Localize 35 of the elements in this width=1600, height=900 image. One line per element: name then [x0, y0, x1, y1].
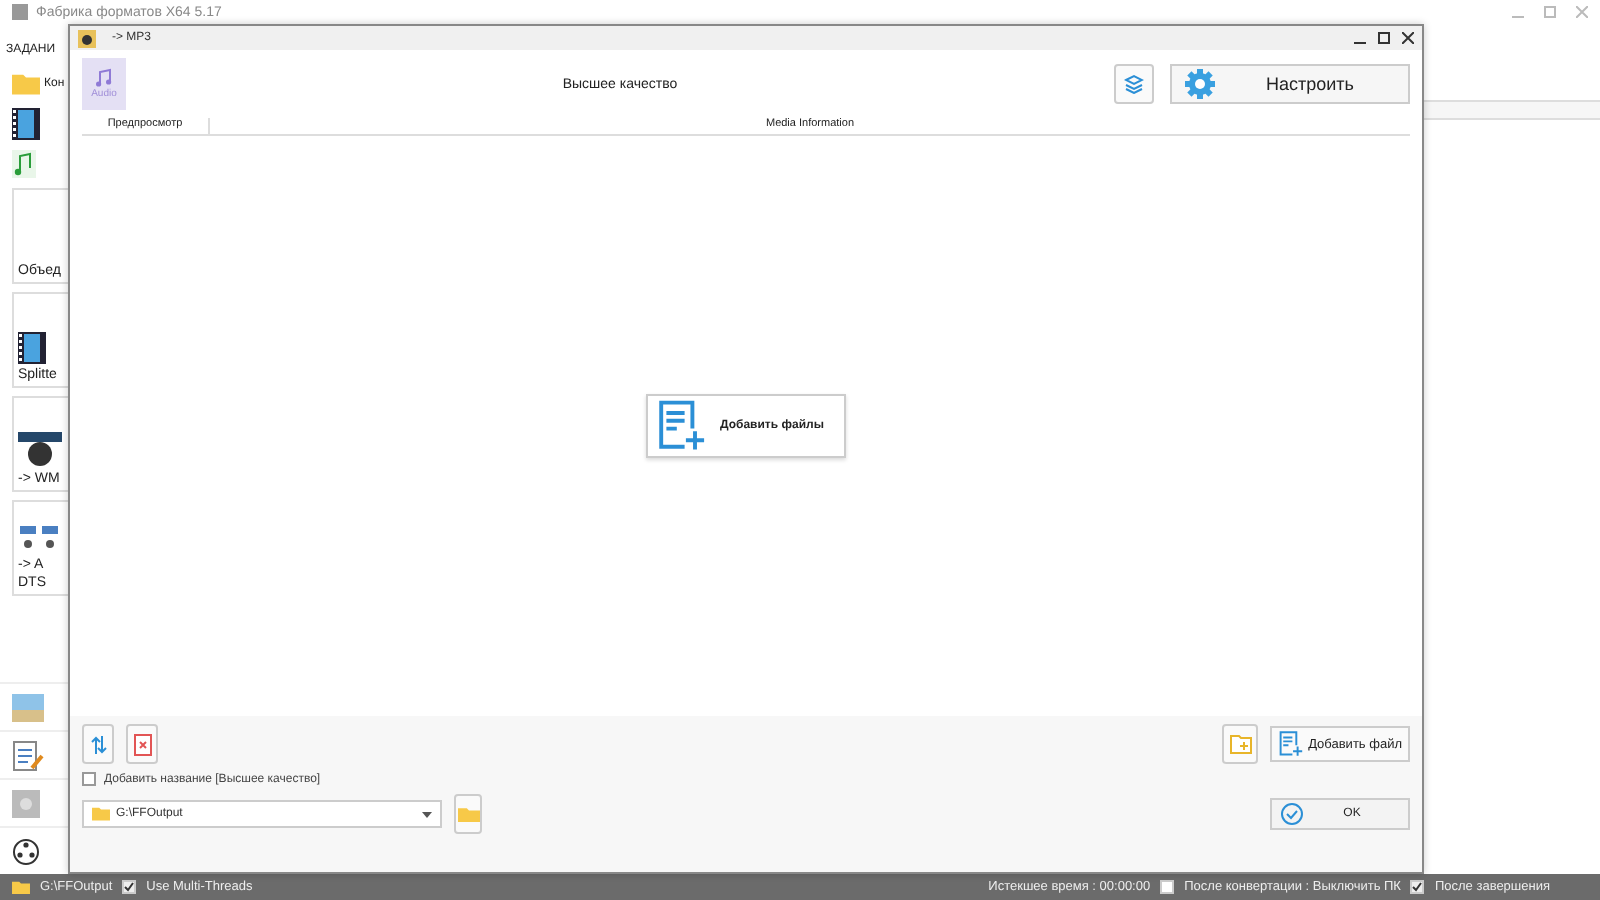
film-icon [12, 108, 40, 140]
film-reel-icon [12, 837, 40, 865]
folder-plus-icon [1229, 734, 1251, 754]
checkbox[interactable] [1410, 880, 1425, 894]
audio-icon [18, 526, 62, 554]
disc-icon [18, 432, 62, 468]
convert-button[interactable] [82, 724, 114, 764]
maximize-icon[interactable] [1378, 32, 1390, 44]
folder-icon [12, 879, 30, 895]
film-icon [18, 332, 46, 364]
arrows-icon [89, 733, 107, 755]
remove-file-icon [133, 733, 151, 755]
caret-icon [422, 811, 432, 817]
checkbox[interactable] [82, 772, 96, 786]
check-circle-icon [1280, 802, 1304, 826]
gear-icon [1184, 68, 1216, 100]
folder-icon [92, 806, 110, 822]
music-note-icon [12, 150, 36, 178]
folder-icon [457, 805, 479, 823]
document-plus-icon [1278, 730, 1305, 758]
document-plus-icon [656, 400, 708, 452]
picture-icon [12, 693, 44, 721]
layers-icon [1124, 74, 1144, 94]
remove-button[interactable] [126, 724, 158, 764]
checkbox[interactable] [122, 880, 137, 894]
settings-button[interactable]: Настроить [1170, 64, 1410, 104]
drive-icon [12, 789, 40, 817]
layers-button[interactable] [1114, 64, 1154, 104]
folder-icon [12, 72, 40, 96]
app-icon [78, 29, 96, 47]
add-folder-button[interactable] [1222, 724, 1258, 764]
app-icon [12, 4, 28, 20]
sidebar-item[interactable] [12, 104, 40, 144]
document-pencil-icon [12, 739, 44, 771]
close-icon[interactable] [1402, 32, 1414, 44]
